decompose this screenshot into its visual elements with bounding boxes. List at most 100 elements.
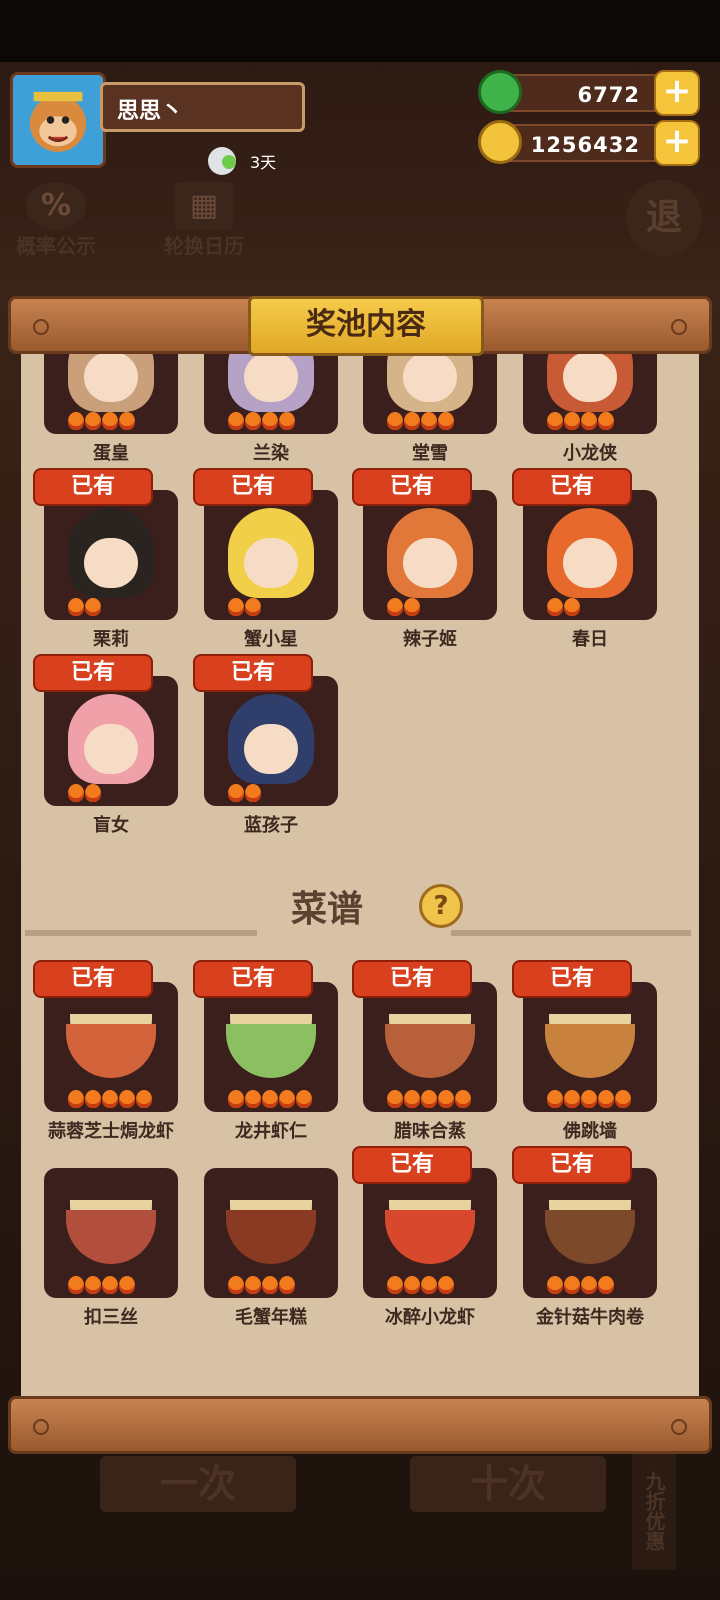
- star-flames: [547, 598, 580, 616]
- character-item[interactable]: 已有 蟹小星: [193, 468, 338, 650]
- star-flames: [68, 1090, 152, 1108]
- flame-icon: [68, 784, 84, 802]
- recipe-item[interactable]: 已有佛跳墙: [512, 960, 657, 1142]
- star-flames: [68, 412, 135, 430]
- recipe-item[interactable]: 已有龙井虾仁: [193, 960, 338, 1142]
- owned-badge: 已有: [512, 468, 632, 506]
- character-item[interactable]: 已有 盲女: [33, 654, 178, 836]
- flame-icon: [387, 598, 403, 616]
- recipe-name: 蒜蓉芝士焗龙虾: [48, 1121, 174, 1142]
- help-icon[interactable]: ?: [419, 884, 463, 928]
- flame-icon: [564, 412, 580, 430]
- recipe-item[interactable]: 已有 金针菇牛肉卷: [512, 1146, 657, 1328]
- recipe-card: [204, 982, 338, 1112]
- monkey-avatar-icon: [13, 75, 103, 165]
- recipe-item[interactable]: 已有 蒜蓉芝士焗龙虾: [33, 960, 178, 1142]
- flame-icon: [85, 598, 101, 616]
- star-flames: [68, 784, 101, 802]
- probability-label: 概率公示: [16, 234, 96, 258]
- character-name: 蛋皇: [93, 443, 129, 464]
- character-card: [523, 490, 657, 620]
- character-portrait-icon: [68, 508, 154, 598]
- star-flames: [387, 412, 454, 430]
- calendar-button[interactable]: ▦ 轮换日历: [164, 182, 244, 259]
- flame-icon: [547, 1276, 563, 1294]
- draw-once-button[interactable]: 一次: [100, 1456, 296, 1512]
- character-item[interactable]: 堂雪: [354, 352, 497, 464]
- recipe-card: [523, 982, 657, 1112]
- recipe-name: 毛蟹年糕: [235, 1307, 307, 1328]
- player-name: 思思丶: [117, 99, 184, 124]
- jade-counter: 6772 +: [478, 70, 700, 116]
- character-item[interactable]: 已有春日: [512, 468, 657, 650]
- avatar[interactable]: [10, 72, 106, 168]
- owned-badge: 已有: [193, 960, 313, 998]
- recipe-name: 佛跳墙: [563, 1121, 617, 1142]
- owned-badge: 已有: [512, 1146, 632, 1184]
- owned-badge: 已有: [193, 654, 313, 692]
- star-flames: [228, 412, 295, 430]
- character-item[interactable]: 小龙侠: [514, 352, 657, 464]
- flame-icon: [455, 1090, 471, 1108]
- flame-icon: [68, 412, 84, 430]
- dish-icon: [385, 1210, 475, 1264]
- flame-icon: [279, 412, 295, 430]
- flame-icon: [228, 1276, 244, 1294]
- flame-icon: [228, 1090, 244, 1108]
- star-flames: [228, 598, 261, 616]
- nail-icon: [671, 1419, 687, 1435]
- flame-icon: [387, 412, 403, 430]
- flame-icon: [119, 1090, 135, 1108]
- character-item[interactable]: 蛋皇: [35, 352, 178, 464]
- flame-icon: [564, 598, 580, 616]
- character-item[interactable]: 已有 辣子姬: [352, 468, 497, 650]
- flame-icon: [404, 412, 420, 430]
- exit-button[interactable]: 退: [626, 180, 702, 256]
- recipe-item[interactable]: 扣三丝: [35, 1146, 178, 1328]
- flame-icon: [438, 412, 454, 430]
- flame-icon: [228, 784, 244, 802]
- character-portrait-icon: [387, 352, 473, 412]
- character-item[interactable]: 已有 栗莉: [33, 468, 178, 650]
- character-item[interactable]: 兰染: [195, 352, 338, 464]
- recipe-name: 龙井虾仁: [235, 1121, 307, 1142]
- jade-icon: [478, 70, 522, 114]
- star-flames: [228, 1090, 312, 1108]
- star-flames: [547, 1276, 614, 1294]
- flame-icon: [581, 1276, 597, 1294]
- flame-icon: [68, 1090, 84, 1108]
- flame-icon: [102, 1090, 118, 1108]
- recipe-item[interactable]: 毛蟹年糕: [195, 1146, 338, 1328]
- probability-button[interactable]: % 概率公示: [16, 182, 96, 259]
- character-name: 蓝孩子: [244, 815, 298, 836]
- character-card: [363, 490, 497, 620]
- flame-icon: [119, 1276, 135, 1294]
- character-name: 盲女: [93, 815, 129, 836]
- recipe-item[interactable]: 已有腊味合蒸: [352, 960, 497, 1142]
- recipe-name: 扣三丝: [84, 1307, 138, 1328]
- dish-icon: [66, 1210, 156, 1264]
- recipe-card: [363, 982, 497, 1112]
- draw-ten-button[interactable]: 十次: [410, 1456, 606, 1512]
- flame-icon: [85, 784, 101, 802]
- add-coins-button[interactable]: +: [654, 120, 700, 166]
- character-item[interactable]: 已有蓝孩子: [193, 654, 338, 836]
- add-jade-button[interactable]: +: [654, 70, 700, 116]
- recipe-card: [204, 1168, 338, 1298]
- star-flames: [68, 1276, 135, 1294]
- dialog-title: 奖池内容: [248, 296, 484, 356]
- flame-icon: [438, 1276, 454, 1294]
- coin-value: 1256432: [530, 133, 640, 157]
- owned-badge: 已有: [352, 960, 472, 998]
- character-card: [44, 490, 178, 620]
- dish-icon: [226, 1210, 316, 1264]
- prize-pool-panel: 蛋皇 兰染 堂雪 小龙侠 已有 栗莉 已有 蟹小星 已有 辣子姬 已有 春日 已有 盲女 已有 蓝孩子 菜谱 …: [21, 352, 699, 1396]
- flame-icon: [68, 598, 84, 616]
- character-name: 春日: [572, 629, 608, 650]
- character-portrait-icon: [68, 694, 154, 784]
- recipe-name: 腊味合蒸: [394, 1121, 466, 1142]
- character-portrait-icon: [228, 694, 314, 784]
- recipe-item[interactable]: 已有 冰醉小龙虾: [352, 1146, 497, 1328]
- flame-icon: [245, 598, 261, 616]
- owned-badge: 已有: [512, 960, 632, 998]
